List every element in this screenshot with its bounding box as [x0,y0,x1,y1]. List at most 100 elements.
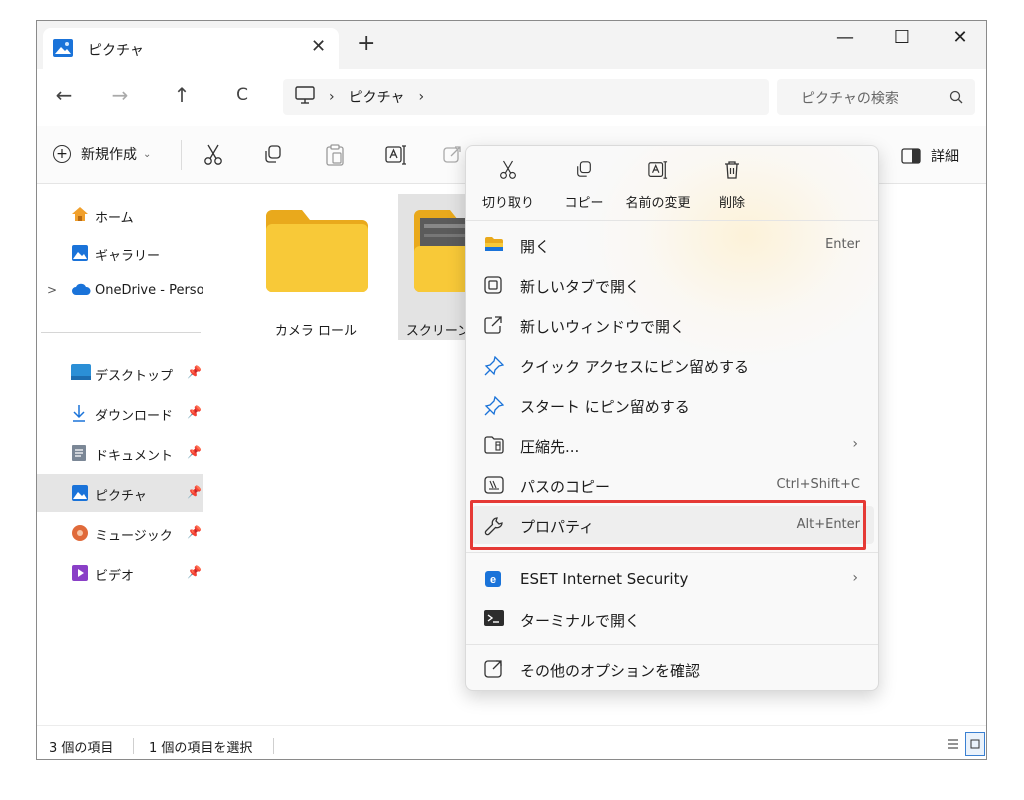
tab-pictures[interactable]: ピクチャ ✕ [43,28,339,69]
menu-item-open-new-tab[interactable]: 新しいタブで開く [472,266,874,304]
zip-folder-icon [484,436,504,458]
tab-title: ピクチャ [88,43,144,59]
sidebar-item-onedrive[interactable]: > OneDrive - Perso [37,272,203,310]
menu-item-more-options[interactable]: その他のオプションを確認 [472,650,874,688]
breadcrumb-separator: › [329,89,335,105]
folder-icon [264,208,370,298]
pictures-icon [53,39,73,61]
chevron-right-icon: › [852,570,858,586]
gallery-icon [71,244,89,266]
cut-icon [499,160,517,184]
up-button[interactable]: ↑ [169,83,195,107]
minimize-button[interactable]: — [822,21,868,53]
pin-icon [484,395,505,420]
new-button-label: 新規作成 [81,147,137,163]
chevron-down-icon: ⌄ [143,148,152,160]
cut-icon[interactable] [203,144,223,170]
menu-item-eset[interactable]: e ESET Internet Security › [472,560,874,598]
more-options-icon [484,660,504,682]
nav-divider [41,332,201,333]
pin-icon[interactable]: 📌 [187,565,202,579]
details-label: 詳細 [931,149,959,165]
menu-item-copy-path[interactable]: パスのコピー Ctrl+Shift+C [472,466,874,504]
rename-icon[interactable] [385,144,407,170]
status-divider [273,738,274,754]
context-menu: 切り取り コピー 名前の変更 削除 開く Enter 新しいタブで開く 新しいウ… [465,145,879,691]
status-bar: 3 個の項目 1 個の項目を選択 [37,725,986,759]
status-divider [133,738,134,754]
copy-icon [575,160,593,182]
desktop-icon [71,364,91,384]
trash-icon [724,160,740,184]
close-tab-icon[interactable]: ✕ [311,36,326,57]
menu-item-pin-start[interactable]: スタート にピン留めする [472,386,874,424]
download-icon [71,404,87,426]
sidebar-item-music[interactable]: ミュージック 📌 [37,514,203,552]
rename-icon [648,160,668,184]
pin-icon[interactable]: 📌 [187,405,202,419]
cut-button[interactable]: 切り取り [468,160,548,216]
details-pane-button[interactable]: 詳細 [901,146,959,166]
pin-icon[interactable]: 📌 [187,525,202,539]
menu-item-pin-quick-access[interactable]: クイック アクセスにピン留めする [472,346,874,384]
chevron-right-icon: › [852,436,858,452]
forward-button[interactable]: → [107,83,133,107]
expand-chevron-icon[interactable]: > [47,283,57,297]
plus-icon: + [53,145,71,163]
navigation-pane: ホーム ギャラリー > OneDrive - Perso デスクトップ 📌 ダウ… [37,184,203,725]
copy-icon[interactable] [263,144,283,168]
search-input[interactable]: ピクチャの検索 [777,79,975,115]
back-button[interactable]: ← [51,83,77,107]
refresh-button[interactable]: C [229,85,255,105]
pictures-icon [71,484,89,506]
details-view-icon[interactable] [947,738,959,754]
menu-item-open-new-window[interactable]: 新しいウィンドウで開く [472,306,874,344]
sidebar-item-downloads[interactable]: ダウンロード 📌 [37,394,203,432]
address-bar[interactable]: › ピクチャ › [283,79,769,115]
wrench-icon [484,516,504,540]
delete-button[interactable]: 削除 [692,160,772,216]
pin-icon [484,355,505,380]
new-tab-button[interactable]: + [357,31,375,56]
sidebar-item-pictures[interactable]: ピクチャ 📌 [37,474,203,512]
menu-separator [466,220,878,221]
menu-item-properties[interactable]: プロパティ Alt+Enter [472,506,874,544]
svg-text:e: e [490,574,496,586]
address-row: ← → ↑ C › ピクチャ › ピクチャの検索 [37,69,986,126]
breadcrumb-pictures[interactable]: ピクチャ [349,87,405,107]
copy-path-icon [484,476,504,498]
breadcrumb-separator[interactable]: › [418,89,424,105]
sidebar-item-home[interactable]: ホーム [37,196,203,234]
video-icon [71,564,89,586]
menu-item-open[interactable]: 開く Enter [472,226,874,264]
onedrive-cloud-icon [71,282,91,300]
paste-icon[interactable] [325,144,345,170]
pin-icon[interactable]: 📌 [187,485,202,499]
share-icon[interactable] [443,144,463,168]
menu-item-terminal[interactable]: ターミナルで開く [472,600,874,638]
pin-icon[interactable]: 📌 [187,445,202,459]
maximize-button[interactable]: ☐ [879,21,925,53]
title-bar: ピクチャ ✕ + — ☐ ✕ [37,21,986,69]
menu-item-compress[interactable]: 圧縮先... › [472,426,874,464]
file-name: カメラ ロール [274,324,358,339]
new-window-icon [484,316,502,338]
sidebar-item-gallery[interactable]: ギャラリー [37,234,203,272]
rename-button[interactable]: 名前の変更 [618,160,698,216]
document-icon [71,444,87,466]
sidebar-item-desktop[interactable]: デスクトップ 📌 [37,354,203,392]
pin-icon[interactable]: 📌 [187,365,202,379]
music-icon [71,524,89,546]
this-pc-icon [295,86,315,108]
details-pane-icon [901,148,921,164]
home-icon [71,206,89,226]
sidebar-item-documents[interactable]: ドキュメント 📌 [37,434,203,472]
close-window-button[interactable]: ✕ [937,21,983,53]
sidebar-item-videos[interactable]: ビデオ 📌 [37,554,203,592]
large-icons-view-icon[interactable] [965,732,985,756]
folder-camera-roll[interactable]: カメラ ロール [250,194,382,340]
selection-count: 1 個の項目を選択 [149,741,253,756]
menu-separator [466,644,878,645]
copy-button[interactable]: コピー [544,160,624,216]
new-button[interactable]: + 新規作成 ⌄ [53,144,151,164]
